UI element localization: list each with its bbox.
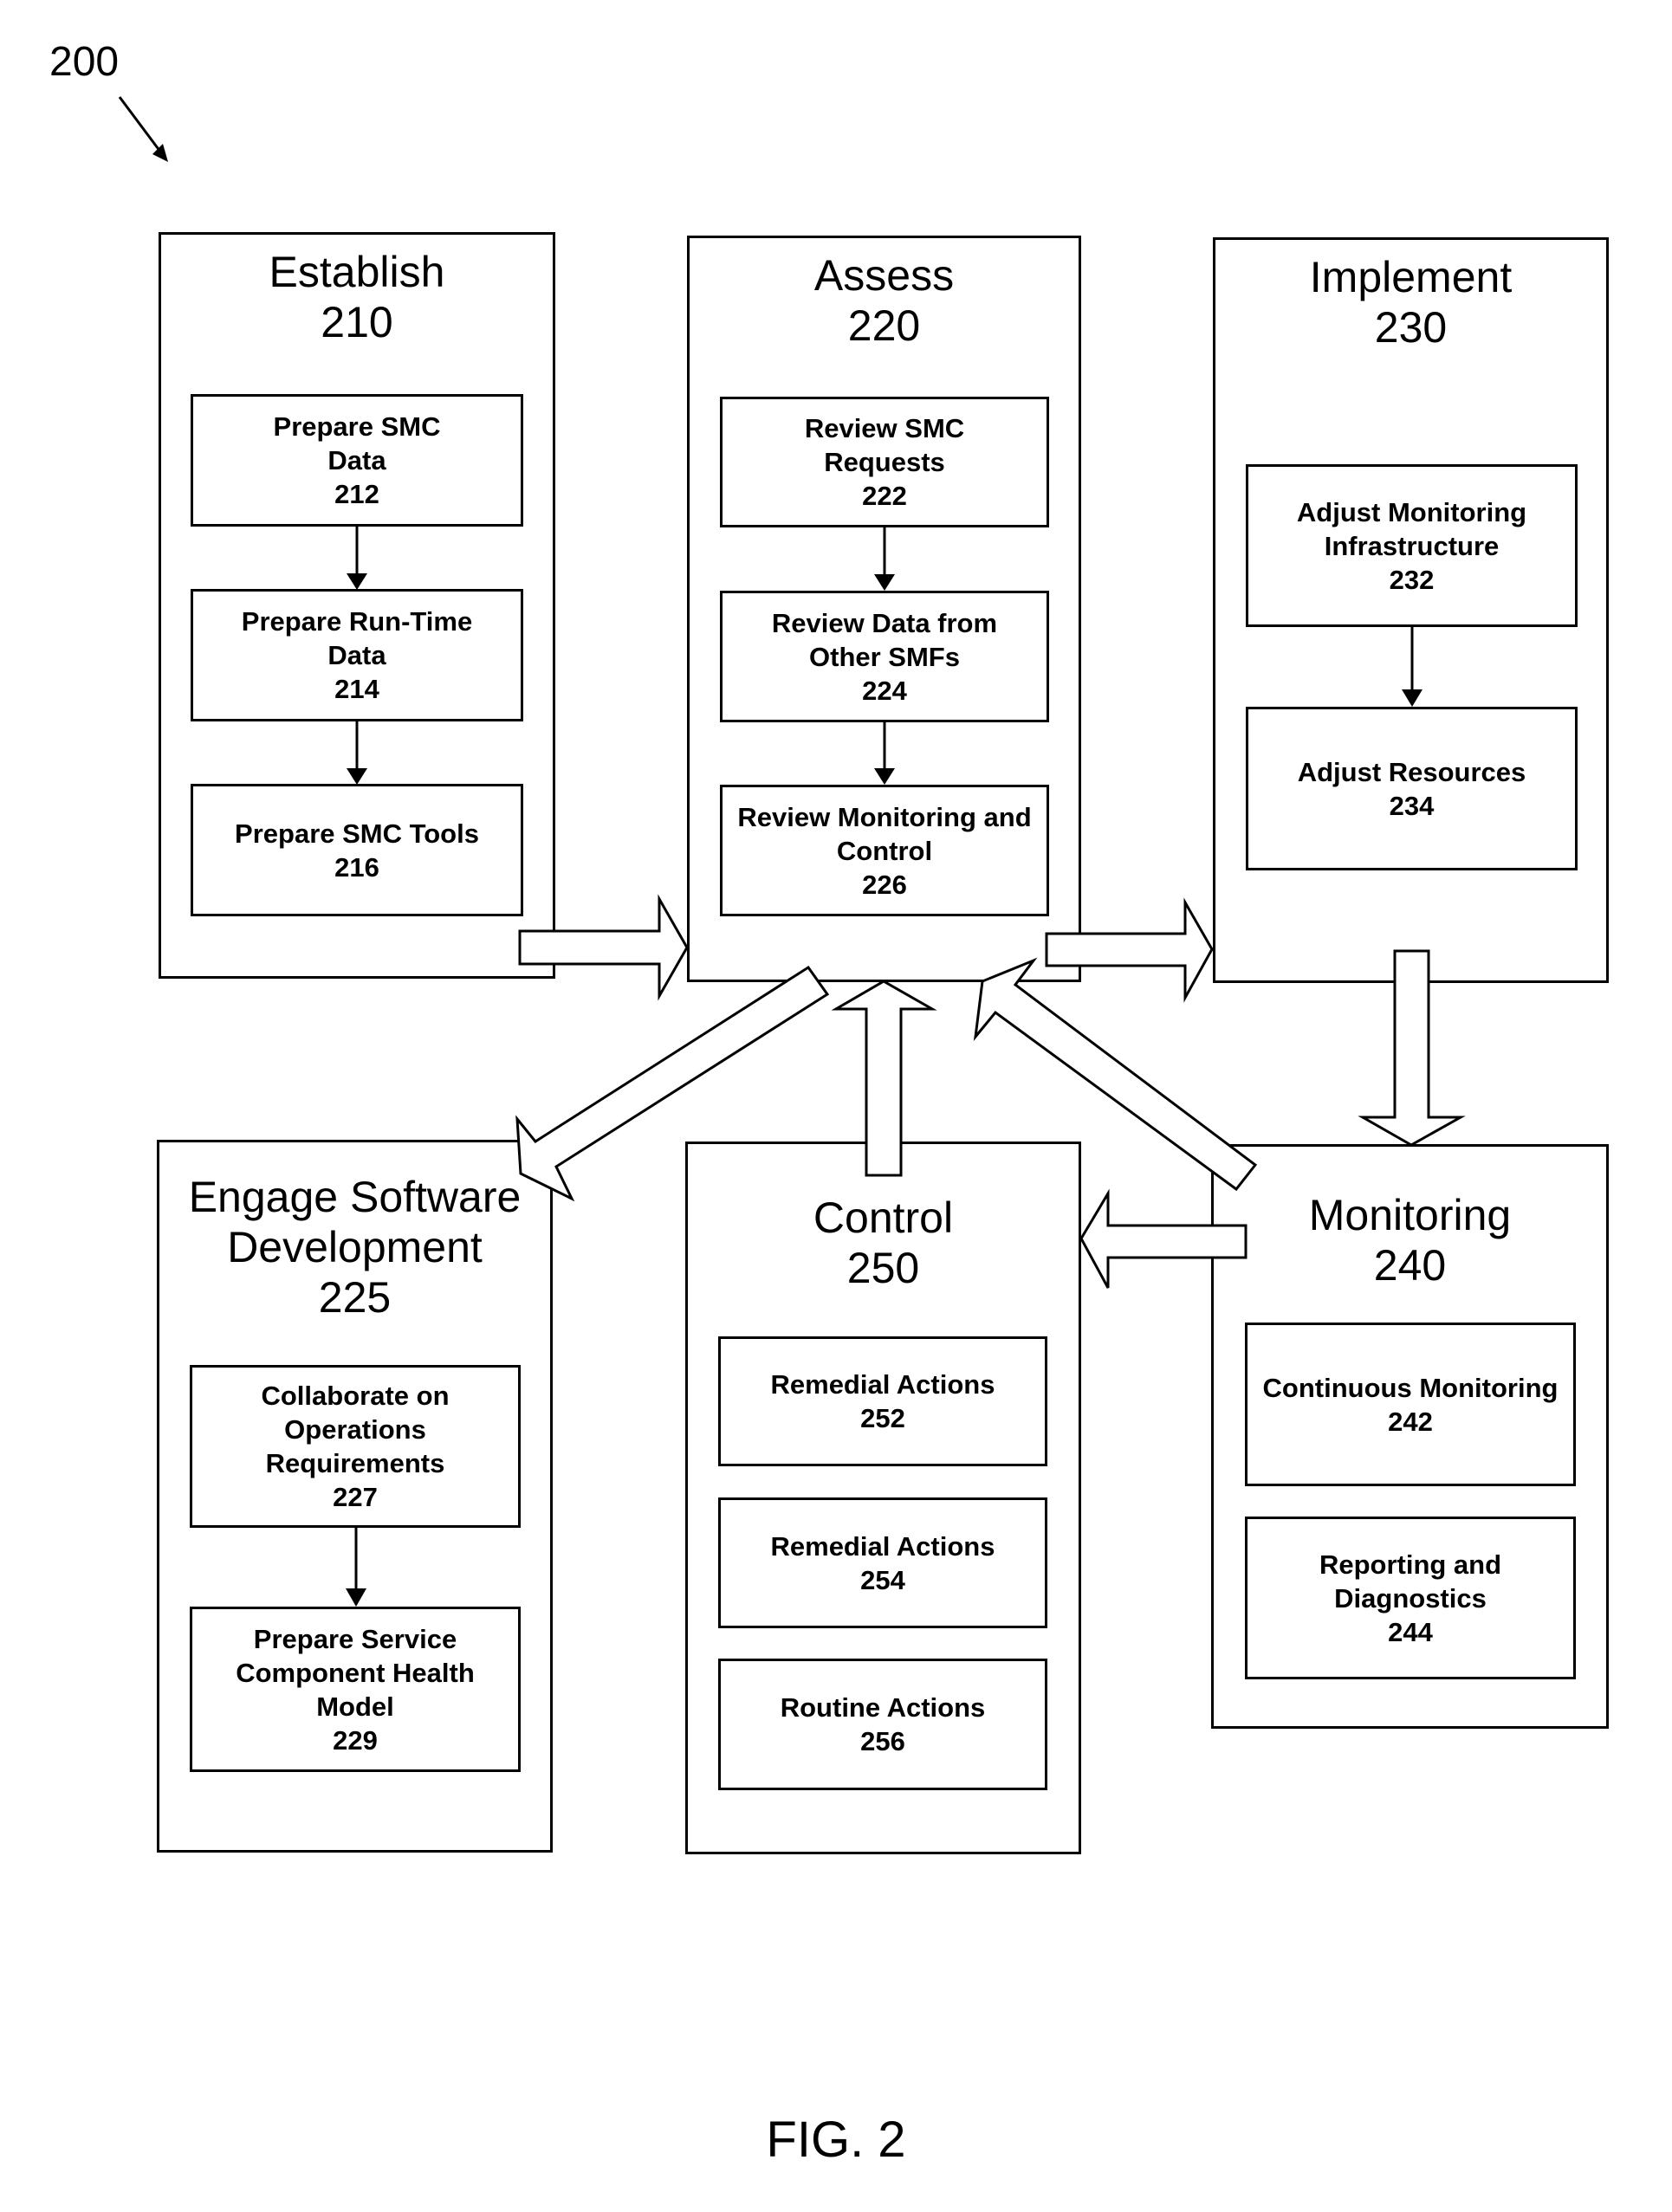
step-label: Prepare Run-Time: [241, 606, 473, 637]
step-label: Remedial Actions: [770, 1369, 995, 1400]
step-number: 214: [334, 674, 379, 704]
step-label: Requirements: [265, 1448, 445, 1478]
step-label: Remedial Actions: [770, 1530, 995, 1562]
step-label: Review Monitoring and: [737, 801, 1032, 832]
phase-number: 250: [846, 1244, 920, 1292]
phase-name: Monitoring: [1308, 1191, 1512, 1239]
step-adjust-monitoring-infrastructure: Adjust Monitoring Infrastructure 232: [1246, 464, 1578, 627]
phase-title: Control 250: [688, 1193, 1079, 1293]
step-number: 227: [333, 1482, 378, 1512]
step-label: Requests: [824, 447, 945, 477]
phase-name: Establish: [269, 248, 445, 296]
step-label: Prepare Service: [253, 1623, 457, 1654]
step-label: Other SMFs: [809, 641, 960, 672]
step-number: 216: [334, 851, 379, 883]
step-label: Prepare SMC Tools: [235, 818, 479, 849]
step-label: Review Data from: [771, 607, 998, 638]
phase-title: Engage Software Development 225: [159, 1172, 550, 1323]
step-routine-actions-256: Routine Actions 256: [718, 1659, 1047, 1790]
step-number: 224: [862, 675, 907, 706]
phase-name-line: Development: [227, 1223, 483, 1271]
phase-name: Implement: [1309, 253, 1513, 301]
step-prepare-service-component-health-model: Prepare Service Component Health Model 2…: [190, 1607, 521, 1772]
phase-name: Assess: [813, 251, 955, 300]
step-continuous-monitoring: Continuous Monitoring 242: [1245, 1323, 1576, 1486]
figure-caption: FIG. 2: [766, 2112, 906, 2168]
step-label: Continuous Monitoring: [1262, 1372, 1559, 1403]
phase-number: 220: [847, 301, 921, 350]
phase-title: Implement 230: [1215, 252, 1606, 352]
step-label: Data: [327, 445, 386, 475]
reference-pointer-arrow: [118, 96, 168, 162]
phase-number: 225: [318, 1273, 392, 1322]
step-label: Collaborate on: [261, 1381, 450, 1411]
step-label: Routine Actions: [780, 1692, 986, 1723]
step-label: Prepare SMC: [273, 411, 441, 442]
step-number: 234: [1389, 790, 1435, 821]
step-prepare-run-time-data: Prepare Run-Time Data 214: [191, 589, 523, 721]
step-prepare-smc-tools: Prepare SMC Tools 216: [191, 784, 523, 916]
step-number: 256: [860, 1726, 905, 1756]
reference-pointer-head: [152, 144, 168, 162]
phase-number: 210: [321, 298, 393, 346]
step-number: 212: [334, 479, 379, 509]
phase-title: Assess 220: [690, 250, 1079, 351]
step-review-data-from-other-smfs: Review Data from Other SMFs 224: [720, 591, 1049, 722]
step-reporting-and-diagnostics: Reporting and Diagnostics 244: [1245, 1517, 1576, 1679]
step-number: 244: [1388, 1616, 1433, 1647]
step-remedial-actions-254: Remedial Actions 254: [718, 1497, 1047, 1628]
phase-name-line: Engage Software: [188, 1173, 522, 1221]
step-adjust-resources: Adjust Resources 234: [1246, 707, 1578, 870]
step-label: Review SMC: [804, 413, 965, 443]
step-remedial-actions-252: Remedial Actions 252: [718, 1336, 1047, 1466]
step-label: Data: [327, 640, 386, 670]
phase-name: Control: [813, 1193, 954, 1242]
figure-reference-number: 200: [49, 39, 120, 85]
step-prepare-smc-data: Prepare SMC Data 212: [191, 394, 523, 527]
step-label: Adjust Resources: [1297, 756, 1526, 787]
step-label: Operations: [284, 1414, 426, 1445]
step-label: Component Health: [236, 1657, 475, 1688]
step-label: Reporting and: [1319, 1549, 1502, 1580]
step-number: 229: [333, 1724, 378, 1756]
step-label: Model: [316, 1691, 394, 1722]
step-label: Diagnostics: [1334, 1582, 1487, 1614]
step-label: Adjust Monitoring: [1296, 496, 1527, 527]
step-review-monitoring-and-control: Review Monitoring and Control 226: [720, 785, 1049, 916]
step-number: 254: [860, 1564, 905, 1595]
reference-pointer-line: [118, 96, 162, 152]
phase-title: Monitoring 240: [1214, 1190, 1606, 1290]
step-label: Infrastructure: [1324, 530, 1500, 561]
phase-number: 240: [1373, 1241, 1447, 1290]
step-number: 242: [1388, 1406, 1433, 1437]
step-collaborate-on-operations-requirements: Collaborate on Operations Requirements 2…: [190, 1365, 521, 1528]
step-number: 232: [1389, 564, 1435, 595]
step-number: 252: [860, 1403, 905, 1433]
step-review-smc-requests: Review SMC Requests 222: [720, 397, 1049, 527]
step-label: Control: [836, 835, 933, 866]
phase-number: 230: [1374, 303, 1448, 352]
step-number: 226: [862, 869, 907, 900]
step-number: 222: [862, 481, 907, 511]
phase-title: Establish 210: [161, 247, 553, 347]
